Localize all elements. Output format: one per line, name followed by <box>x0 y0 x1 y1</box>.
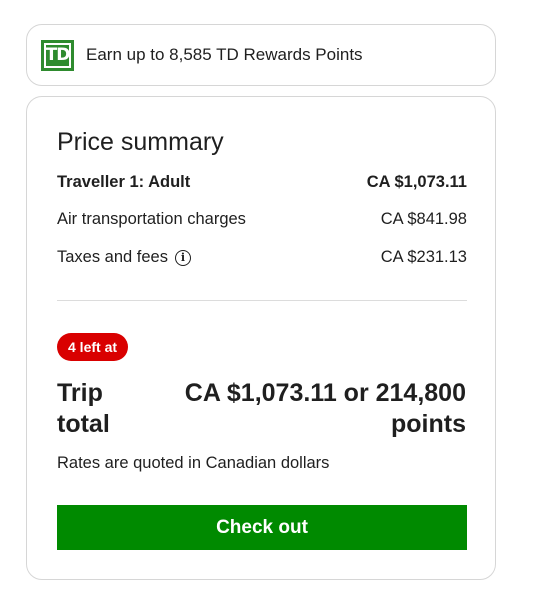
air-charges-label: Air transportation charges <box>57 210 246 228</box>
td-logo-text: TD <box>44 42 71 68</box>
availability-badge: 4 left at <box>57 333 129 361</box>
trip-total-value-line2: points <box>391 410 466 438</box>
trip-total-label-line1: Trip <box>57 379 103 407</box>
rates-note: Rates are quoted in Canadian dollars <box>57 454 330 472</box>
price-summary-title: Price summary <box>57 128 224 156</box>
rewards-banner: TD Earn up to 8,585 TD Rewards Points <box>26 24 496 86</box>
air-charges-price: CA $841.98 <box>380 210 467 228</box>
td-logo: TD <box>41 39 74 71</box>
divider <box>57 300 467 301</box>
trip-total-label-line2: total <box>57 410 110 438</box>
info-icon[interactable]: i <box>175 249 191 266</box>
trip-total-label: Trip total <box>57 378 127 440</box>
trip-total-value-line1: CA $1,073.11 or 214,800 <box>184 379 466 407</box>
traveller-price: CA $1,073.11 <box>366 173 467 191</box>
taxes-label-group: Taxes and fees i <box>57 248 191 267</box>
price-summary-card: Price summary Traveller 1: Adult CA $1,0… <box>26 96 496 580</box>
trip-total-value: CA $1,073.11 or 214,800 points <box>166 378 466 440</box>
checkout-button[interactable]: Check out <box>57 505 467 550</box>
taxes-row: Taxes and fees i CA $231.13 <box>57 248 467 267</box>
air-charges-row: Air transportation charges CA $841.98 <box>57 210 467 229</box>
traveller-label: Traveller 1: Adult <box>57 173 191 191</box>
taxes-price: CA $231.13 <box>380 248 467 266</box>
rewards-text: Earn up to 8,585 TD Rewards Points <box>86 45 363 64</box>
taxes-label: Taxes and fees <box>57 248 168 266</box>
traveller-row: Traveller 1: Adult CA $1,073.11 <box>57 173 467 192</box>
